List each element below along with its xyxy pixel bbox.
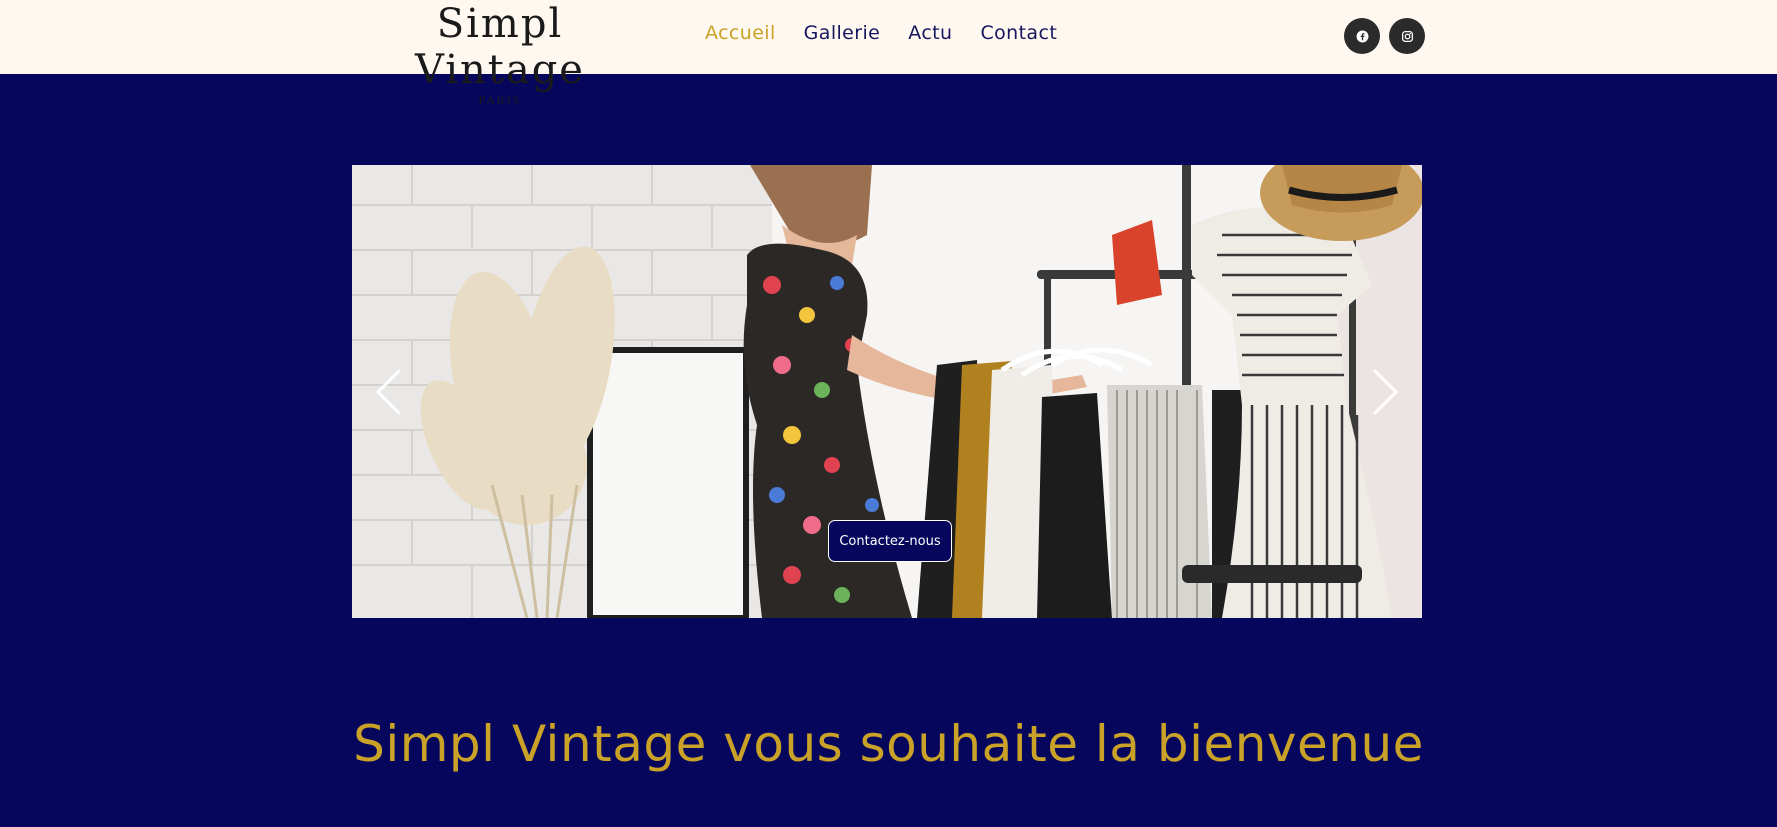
nav-item-gallerie[interactable]: Gallerie xyxy=(804,22,881,44)
instagram-icon xyxy=(1401,30,1413,42)
contact-cta-button[interactable]: Contactez-nous xyxy=(828,520,952,562)
welcome-heading: Simpl Vintage vous souhaite la bienvenue xyxy=(353,715,1424,773)
facebook-button[interactable] xyxy=(1344,18,1380,54)
logo[interactable]: Simpl Vintage PARIS xyxy=(350,0,650,107)
logo-subtitle: PARIS xyxy=(478,93,522,107)
facebook-icon xyxy=(1356,30,1368,42)
chevron-right-icon xyxy=(1372,368,1399,416)
social-links xyxy=(1344,18,1425,54)
slider-prev-arrow[interactable] xyxy=(374,368,404,416)
nav-item-contact[interactable]: Contact xyxy=(980,22,1057,44)
logo-wordmark: Simpl Vintage xyxy=(415,1,585,93)
slider-next-arrow[interactable] xyxy=(1370,368,1400,416)
site-header: Simpl Vintage PARIS Accueil Gallerie Act… xyxy=(0,0,1777,107)
nav-item-actu[interactable]: Actu xyxy=(908,22,952,44)
main-nav: Accueil Gallerie Actu Contact xyxy=(705,22,1057,44)
chevron-left-icon xyxy=(375,368,402,416)
nav-item-accueil[interactable]: Accueil xyxy=(705,22,776,44)
hero-slider[interactable]: Contactez-nous xyxy=(352,165,1422,618)
instagram-button[interactable] xyxy=(1389,18,1425,54)
